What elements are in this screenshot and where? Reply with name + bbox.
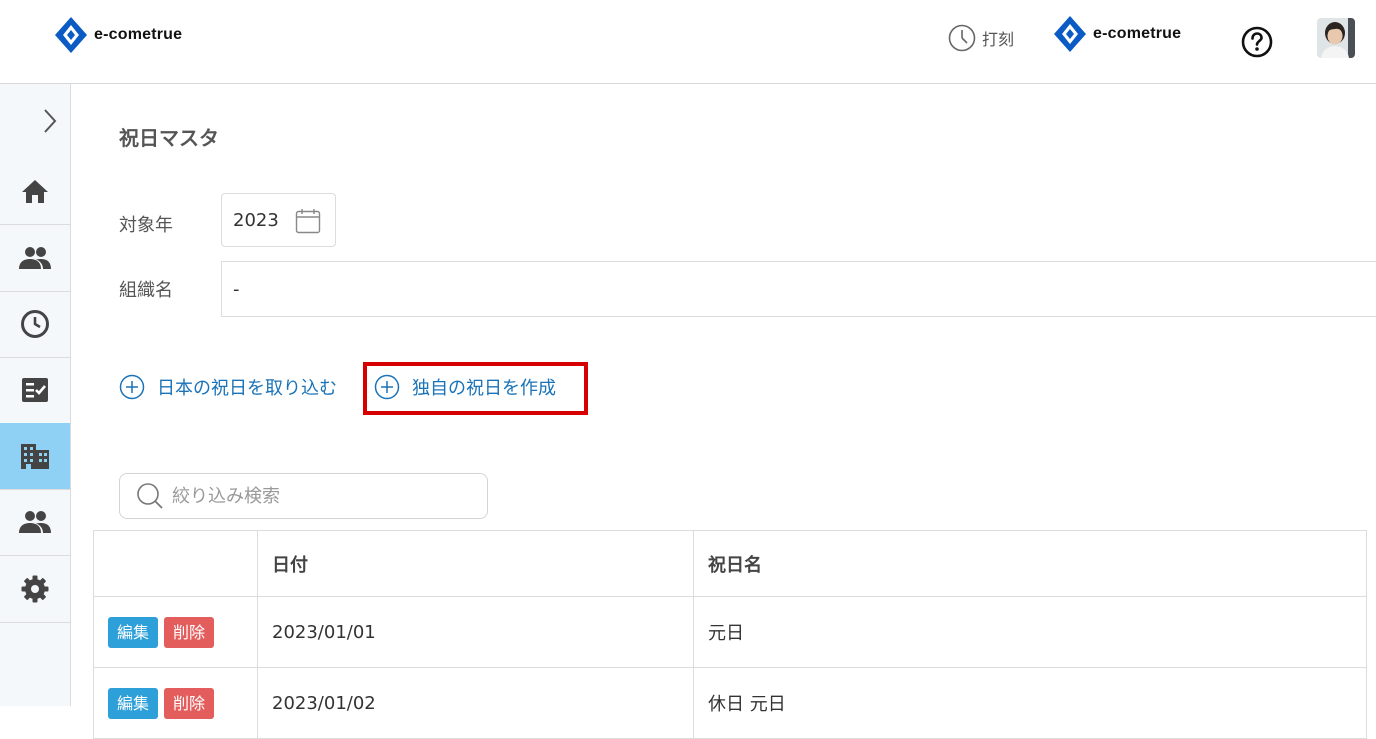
- table-header-row: 日付 祝日名: [93, 530, 1367, 597]
- delete-button[interactable]: 削除: [164, 616, 215, 648]
- row-actions-cell: 編集 削除: [93, 667, 258, 739]
- timestamp-label: 打刻: [982, 30, 1015, 49]
- top-header: e-cometrue 打刻 e-cometrue: [0, 0, 1376, 84]
- company-logo: e-cometrue: [1053, 15, 1181, 53]
- sidebar-item-settings[interactable]: [0, 556, 70, 623]
- year-value: 2023: [233, 209, 279, 231]
- search-icon: [137, 483, 163, 509]
- timestamp-button[interactable]: 打刻: [948, 24, 1014, 52]
- plus-circle-icon: [119, 374, 145, 400]
- holiday-name-cell: 休日 元日: [693, 667, 1367, 739]
- user-photo-icon: [1317, 18, 1355, 58]
- company-logo-text: e-cometrue: [1093, 25, 1182, 42]
- people-icon: [19, 247, 51, 269]
- date-cell: 2023/01/02: [257, 667, 694, 739]
- clock-icon: [948, 24, 976, 52]
- filter-search-input[interactable]: [170, 484, 474, 508]
- gear-icon: [21, 575, 49, 603]
- highlight-annotation-box: [363, 362, 588, 415]
- edit-button[interactable]: 編集: [108, 687, 159, 719]
- home-icon: [22, 180, 48, 203]
- table-row: 編集 削除 2023/01/01 元日: [93, 596, 1367, 668]
- logo-mark-icon: [55, 17, 87, 53]
- company-logo-mark-icon: [1054, 16, 1086, 52]
- year-label: 対象年: [119, 215, 173, 236]
- actions-column-header: [93, 530, 258, 597]
- filter-search-box[interactable]: [119, 473, 488, 519]
- question-mark-icon: [1241, 26, 1273, 58]
- app-logo[interactable]: e-cometrue: [54, 16, 182, 54]
- group-icon: [19, 511, 51, 533]
- sidebar-item-employees[interactable]: [0, 225, 70, 292]
- sidebar-item-tasks[interactable]: [0, 357, 70, 424]
- building-icon: [21, 444, 49, 469]
- table-row: 編集 削除 2023/01/02 休日 元日: [93, 667, 1367, 739]
- sidebar-item-home[interactable]: [0, 158, 70, 225]
- org-value: -: [233, 278, 240, 300]
- row-actions-cell: 編集 削除: [93, 596, 258, 668]
- sidebar-item-attendance[interactable]: [0, 291, 70, 358]
- chevron-right-icon: [44, 108, 57, 133]
- page-title: 祝日マスタ: [119, 126, 219, 150]
- year-picker[interactable]: 2023: [221, 193, 336, 247]
- clock-icon: [21, 310, 49, 338]
- delete-button[interactable]: 削除: [164, 687, 215, 719]
- sidebar-expand-button[interactable]: [0, 84, 70, 157]
- import-holidays-link[interactable]: 日本の祝日を取り込む: [119, 374, 337, 400]
- sidebar-nav: [0, 84, 71, 706]
- import-holidays-label: 日本の祝日を取り込む: [157, 378, 337, 399]
- help-button[interactable]: [1241, 26, 1273, 62]
- logo-text: e-cometrue: [94, 26, 183, 43]
- sidebar-item-organization[interactable]: [0, 423, 70, 490]
- calendar-icon: [295, 209, 321, 234]
- sidebar-item-users[interactable]: [0, 489, 70, 556]
- holiday-name-column-header: 祝日名: [693, 530, 1367, 597]
- user-avatar[interactable]: [1317, 18, 1355, 58]
- edit-button[interactable]: 編集: [108, 616, 159, 648]
- date-column-header: 日付: [257, 530, 694, 597]
- checklist-icon: [22, 378, 48, 402]
- holiday-table: 日付 祝日名 編集 削除 2023/01/01 元日 編集 削除 2023/01/0…: [93, 530, 1367, 739]
- date-cell: 2023/01/01: [257, 596, 694, 668]
- holiday-name-cell: 元日: [693, 596, 1367, 668]
- org-field[interactable]: -: [221, 261, 1376, 317]
- org-label: 組織名: [119, 280, 173, 301]
